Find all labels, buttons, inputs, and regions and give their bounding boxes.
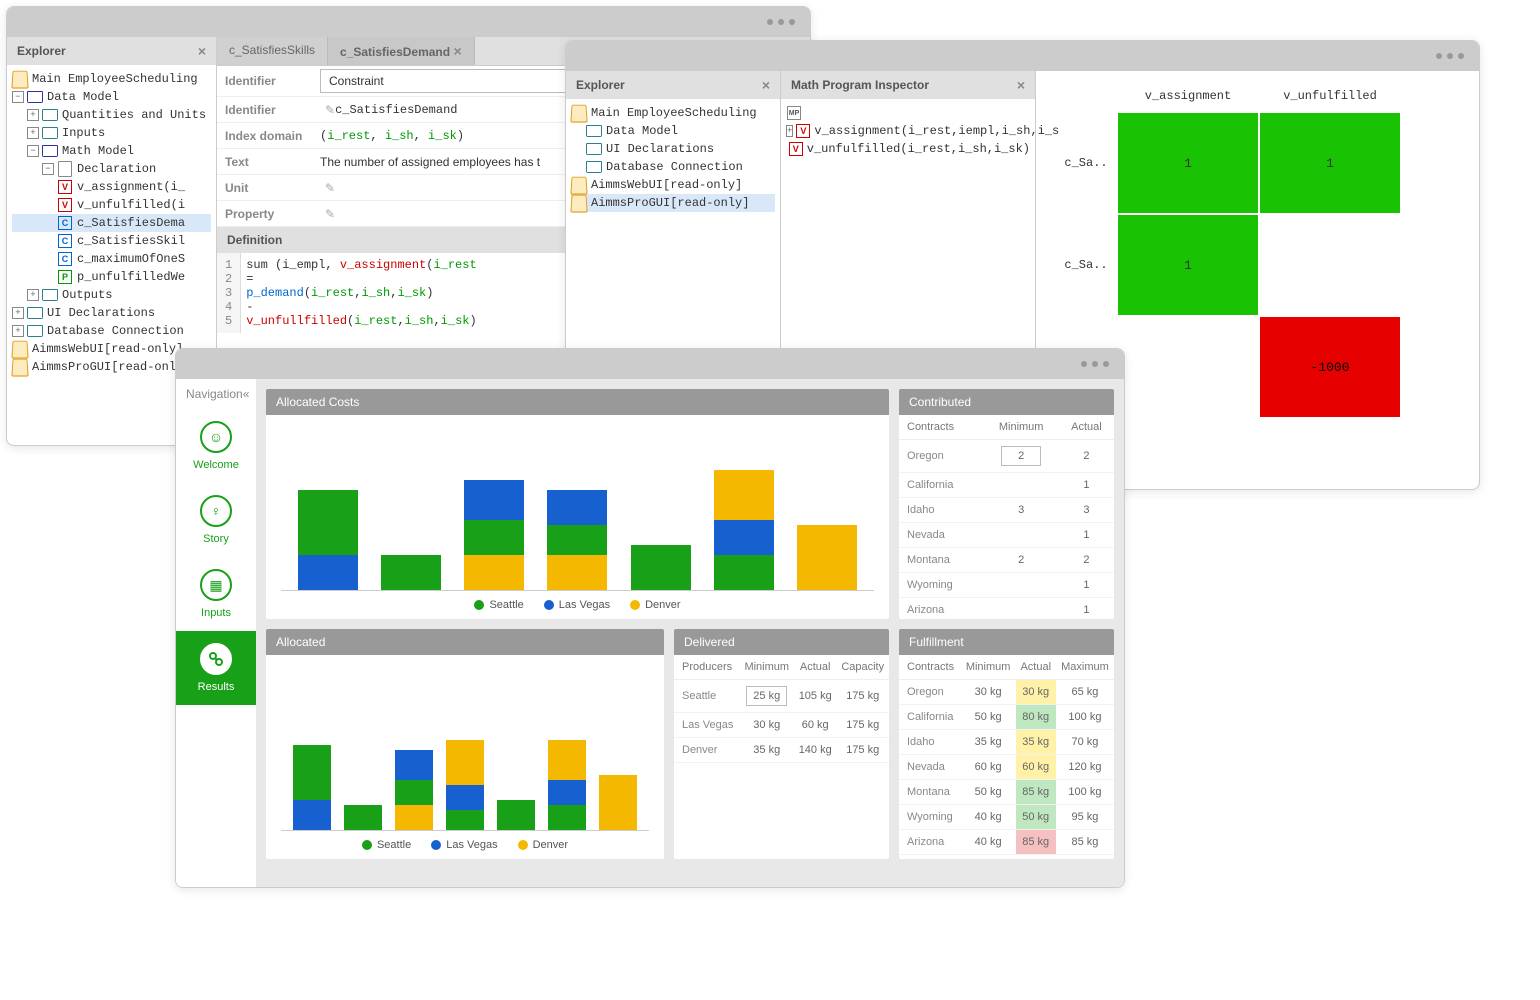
close-icon[interactable]: × bbox=[1017, 77, 1025, 93]
matrix-row-header: c_Sa.. bbox=[1056, 113, 1116, 213]
model-tree-2[interactable]: Main EmployeeScheduling Data Model UI De… bbox=[566, 99, 780, 217]
allocated-chart[interactable] bbox=[281, 665, 649, 831]
titlebar[interactable] bbox=[566, 41, 1479, 71]
label-identifier: Identifier bbox=[225, 103, 320, 117]
card-title: Contributed bbox=[899, 389, 1114, 415]
fulfillment-table[interactable]: ContractsMinimumActualMaximum Oregon30 k… bbox=[899, 655, 1114, 855]
matrix-col-header: v_unfulfilled bbox=[1260, 81, 1400, 111]
label-index-domain: Index domain bbox=[225, 129, 320, 143]
dashboard-window: Navigation« ☺Welcome ♀Story ▦Inputs Resu… bbox=[175, 348, 1125, 888]
nav-item-results[interactable]: Results bbox=[176, 631, 256, 705]
card-title: Allocated bbox=[266, 629, 664, 655]
matrix-row-header: c_Sa.. bbox=[1056, 215, 1116, 315]
edit-icon[interactable]: ✎ bbox=[325, 103, 335, 117]
label-unit: Unit bbox=[225, 181, 320, 195]
delivered-card: Delivered ProducersMinimumActualCapacity… bbox=[674, 629, 889, 859]
model-tree[interactable]: Main EmployeeScheduling −Data Model +Qua… bbox=[7, 65, 216, 381]
card-title: Delivered bbox=[674, 629, 889, 655]
nav-title: Navigation bbox=[186, 387, 243, 401]
delivered-table[interactable]: ProducersMinimumActualCapacity Seattle25… bbox=[674, 655, 889, 763]
nav-item-story[interactable]: ♀Story bbox=[176, 483, 256, 557]
allocated-card: Allocated Seattle Las Vegas Den bbox=[266, 629, 664, 859]
card-title: Fulfillment bbox=[899, 629, 1114, 655]
close-icon[interactable]: × bbox=[762, 77, 770, 93]
panel-title: Explorer bbox=[576, 78, 625, 92]
contributed-table[interactable]: ContractsMinimumActual Oregon22 Californ… bbox=[899, 415, 1114, 619]
allocated-costs-card: Allocated Costs Seattle Las Vegas bbox=[266, 389, 889, 619]
allocated-costs-chart[interactable] bbox=[281, 425, 874, 591]
card-title: Allocated Costs bbox=[266, 389, 889, 415]
matrix-col-header: v_assignment bbox=[1118, 81, 1258, 111]
collapse-icon[interactable]: « bbox=[243, 387, 250, 401]
titlebar[interactable] bbox=[7, 7, 810, 37]
matrix-cell[interactable]: -1000 bbox=[1260, 317, 1400, 417]
panel-title: Explorer bbox=[17, 44, 66, 58]
close-icon[interactable]: × bbox=[453, 43, 461, 59]
titlebar[interactable] bbox=[176, 349, 1124, 379]
chart-legend: Seattle Las Vegas Denver bbox=[281, 831, 649, 854]
nav-item-inputs[interactable]: ▦Inputs bbox=[176, 557, 256, 631]
tab-demand[interactable]: c_SatisfiesDemand × bbox=[328, 37, 475, 65]
label-identifier-type: Identifier bbox=[225, 74, 320, 88]
chart-legend: Seattle Las Vegas Denver bbox=[281, 591, 874, 614]
label-property: Property bbox=[225, 207, 320, 221]
matrix-cell[interactable]: 1 bbox=[1118, 215, 1258, 315]
fulfillment-card: Fulfillment ContractsMinimumActualMaximu… bbox=[899, 629, 1114, 859]
matrix-cell[interactable]: 1 bbox=[1118, 113, 1258, 213]
dashboard-body: Allocated Costs Seattle Las Vegas bbox=[256, 379, 1124, 887]
contributed-card: Contributed ContractsMinimumActual Orego… bbox=[899, 389, 1114, 619]
panel-title: Math Program Inspector bbox=[791, 78, 929, 92]
tab-skills[interactable]: c_SatisfiesSkills bbox=[217, 37, 328, 65]
label-text: Text bbox=[225, 155, 320, 169]
nav-item-welcome[interactable]: ☺Welcome bbox=[176, 409, 256, 483]
edit-icon[interactable]: ✎ bbox=[325, 181, 335, 195]
edit-icon[interactable]: ✎ bbox=[325, 207, 335, 221]
matrix-cell[interactable]: 1 bbox=[1260, 113, 1400, 213]
close-icon[interactable]: × bbox=[198, 43, 206, 59]
nav-sidebar: Navigation« ☺Welcome ♀Story ▦Inputs Resu… bbox=[176, 379, 256, 887]
